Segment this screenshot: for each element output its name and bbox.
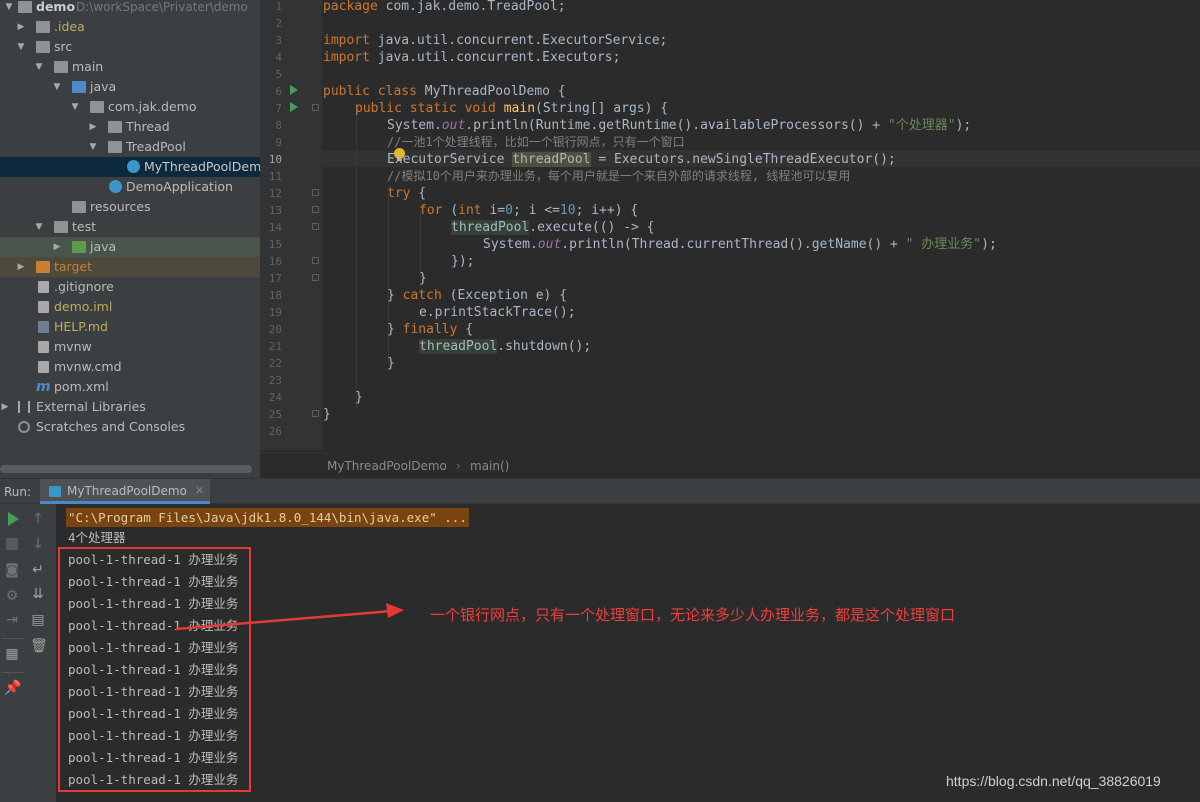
watermark: https://blog.csdn.net/qq_38826019 [946, 773, 1161, 789]
annotation-text: 一个银行网点，只有一个处理窗口，无论来多少人办理业务，都是这个处理窗口 [430, 606, 956, 624]
annotation-arrow-head [386, 603, 404, 618]
annotation-arrow-line [175, 609, 393, 631]
annotation-arrow [175, 603, 404, 631]
